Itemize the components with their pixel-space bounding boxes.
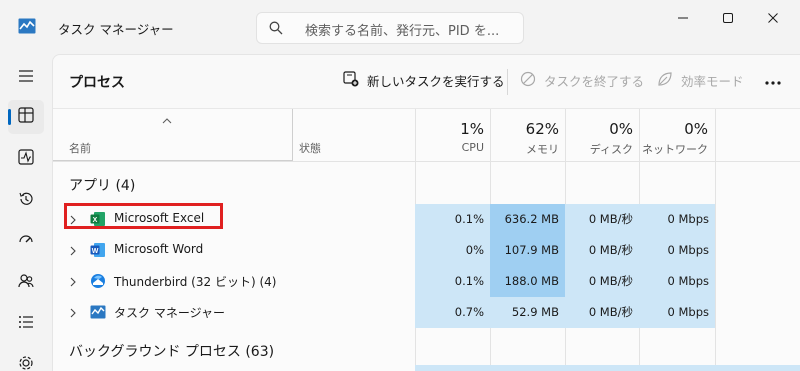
efficiency-mode-button[interactable]: 効率モード [657,71,744,90]
toolbar-divider [507,69,508,95]
run-new-task-label: 新しいタスクを実行する [367,74,505,89]
memory-cell: 107.9 MB [490,235,565,266]
task-manager-icon [90,304,106,320]
users-icon [18,273,34,293]
maximize-button[interactable] [708,6,748,30]
active-indicator [8,109,11,125]
run-new-task-button[interactable]: 新しいタスクを実行する [343,71,505,90]
memory-cell: 188.0 MB [490,266,565,297]
app-history-icon [18,191,34,211]
toolbar: プロセス 新しいタスクを実行する タスクを終了する 効率モード [53,55,800,108]
process-table: 名前 状態 1% CPU 62% メモリ 0% ディスク 0% ネットワーク ア… [53,108,800,371]
memory-column-header[interactable]: メモリ [490,141,559,157]
memory-cell: 52.9 MB [490,297,565,328]
nav-processes[interactable] [8,100,44,134]
network-cell: 0 Mbps [639,204,715,235]
process-name: Microsoft Excel [114,211,205,225]
end-task-button[interactable]: タスクを終了する [520,71,644,90]
expand-chevron-icon[interactable] [69,307,77,318]
cpu-cell: 0% [415,235,490,266]
network-cell: 0 Mbps [639,297,715,328]
nav-services[interactable] [8,348,44,371]
expand-chevron-icon[interactable] [69,214,77,225]
excel-icon: X [90,211,106,227]
disk-cell: 0 MB/秒 [565,204,639,235]
group-apps: アプリ (4) [69,178,136,194]
search-placeholder: 検索する名前、発行元、PID を... [305,24,500,39]
task-manager-app-icon [18,18,36,34]
disk-cell: 0 MB/秒 [565,266,639,297]
process-name: タスク マネージャー [114,306,225,320]
cpu-cell: 0.7% [415,297,490,328]
minimize-button[interactable] [663,6,703,30]
hamburger-icon [18,69,34,87]
thunderbird-icon [90,273,106,289]
processes-icon [18,107,34,127]
group-background-processes: バックグラウンド プロセス (63) [69,344,275,360]
efficiency-mode-label: 効率モード [681,74,744,89]
table-row[interactable]: X Microsoft Excel 0.1% 636.2 MB 0 MB/秒 0… [53,204,800,235]
startup-icon [18,232,34,252]
nav-performance[interactable] [8,142,44,176]
process-name: Thunderbird (32 ビット) (4) [114,275,277,289]
svg-text:X: X [93,217,98,224]
table-header: 名前 状態 1% CPU 62% メモリ 0% ディスク 0% ネットワーク [53,109,800,162]
name-header-label: 名前 [69,142,91,155]
expand-chevron-icon[interactable] [69,245,77,256]
expand-chevron-icon[interactable] [69,276,77,287]
word-icon: W [90,242,106,258]
disk-cell: 0 MB/秒 [565,297,639,328]
nav-startup[interactable] [8,225,44,259]
process-name: Microsoft Word [114,242,204,256]
content-panel: プロセス 新しいタスクを実行する タスクを終了する 効率モード 名前 状態 1%… [52,54,800,371]
network-total[interactable]: 0% [639,120,708,138]
more-icon [765,74,781,89]
performance-icon [18,149,34,169]
end-task-icon [520,71,536,90]
cpu-cell: 0.1% [415,266,490,297]
details-icon [18,315,34,333]
memory-cell: 636.2 MB [490,204,565,235]
sort-ascending-icon [161,114,173,124]
network-cell: 0 Mbps [639,266,715,297]
close-button[interactable] [753,6,793,30]
search-icon [269,21,283,35]
services-icon [18,355,34,371]
leaf-icon [657,71,673,90]
hamburger-menu-button[interactable] [8,61,44,95]
new-task-icon [343,71,359,90]
search-input[interactable]: 検索する名前、発行元、PID を... [256,12,524,44]
table-row[interactable]: Thunderbird (32 ビット) (4) 0.1% 188.0 MB 0… [53,266,800,297]
memory-total[interactable]: 62% [490,120,559,138]
next-row-heat-strip [415,365,800,371]
nav-details[interactable] [8,307,44,341]
title-bar: タスク マネージャー 検索する名前、発行元、PID を... [0,0,800,54]
svg-text:W: W [92,248,99,255]
disk-total[interactable]: 0% [565,120,633,138]
page-title: プロセス [69,75,125,91]
disk-column-header[interactable]: ディスク [565,141,633,157]
cpu-total[interactable]: 1% [415,120,484,138]
window-title: タスク マネージャー [58,22,174,37]
more-options-button[interactable] [761,71,785,91]
network-column-header[interactable]: ネットワーク [639,141,708,157]
network-cell: 0 Mbps [639,235,715,266]
name-column-header[interactable]: 名前 [53,109,293,161]
table-row[interactable]: W Microsoft Word 0% 107.9 MB 0 MB/秒 0 Mb… [53,235,800,266]
nav-app-history[interactable] [8,184,44,218]
disk-cell: 0 MB/秒 [565,235,639,266]
end-task-label: タスクを終了する [544,74,645,89]
status-column-header[interactable]: 状態 [299,140,321,156]
table-row[interactable]: タスク マネージャー 0.7% 52.9 MB 0 MB/秒 0 Mbps [53,297,800,328]
cpu-column-header[interactable]: CPU [415,141,484,154]
nav-users[interactable] [8,266,44,300]
cpu-cell: 0.1% [415,204,490,235]
navigation-rail [0,54,52,371]
